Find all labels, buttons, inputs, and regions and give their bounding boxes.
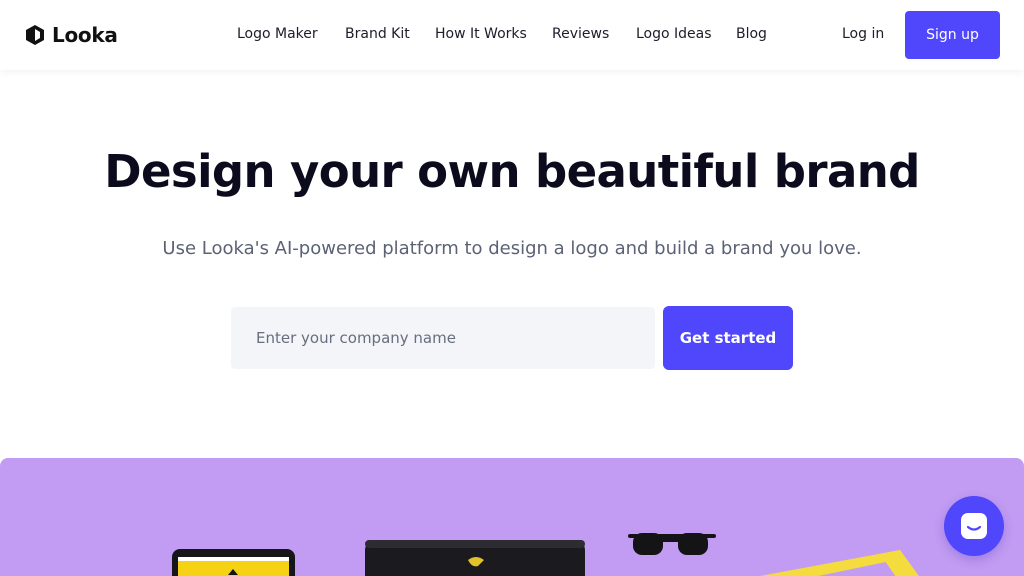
nav-link-how-it-works[interactable]: How It Works <box>435 26 552 42</box>
looka-logo-icon <box>26 25 44 45</box>
top-navigation-bar: Looka Logo Maker Brand Kit How It Works … <box>0 0 1024 70</box>
chat-smile-icon <box>961 513 987 539</box>
company-name-input[interactable] <box>231 307 655 369</box>
login-link[interactable]: Log in <box>842 26 884 42</box>
nav-link-logo-ideas[interactable]: Logo Ideas <box>636 26 736 42</box>
sunglasses-mockup <box>628 533 716 555</box>
get-started-button[interactable]: Get started <box>663 306 793 370</box>
nav-link-brand-kit[interactable]: Brand Kit <box>345 26 435 42</box>
chat-widget-button[interactable] <box>944 496 1004 556</box>
brand-mockup-illustration <box>172 533 919 576</box>
looka-logo[interactable]: Looka <box>24 23 118 47</box>
main-menu: Logo Maker Brand Kit How It Works Review… <box>237 26 776 42</box>
nav-link-blog[interactable]: Blog <box>736 26 776 42</box>
pencil-case-mockup <box>365 540 585 576</box>
nav-link-logo-maker[interactable]: Logo Maker <box>237 26 345 42</box>
brand-name: Looka <box>52 23 118 47</box>
sign-up-button[interactable]: Sign up <box>905 11 1000 59</box>
tablet-mockup <box>172 549 295 576</box>
measuring-tape-mockup <box>760 550 919 576</box>
brand-showcase-banner <box>0 458 1024 576</box>
hero-subtitle: Use Looka's AI-powered platform to desig… <box>162 238 862 259</box>
nav-link-reviews[interactable]: Reviews <box>552 26 636 42</box>
hero-title: Design your own beautiful brand <box>104 145 920 198</box>
